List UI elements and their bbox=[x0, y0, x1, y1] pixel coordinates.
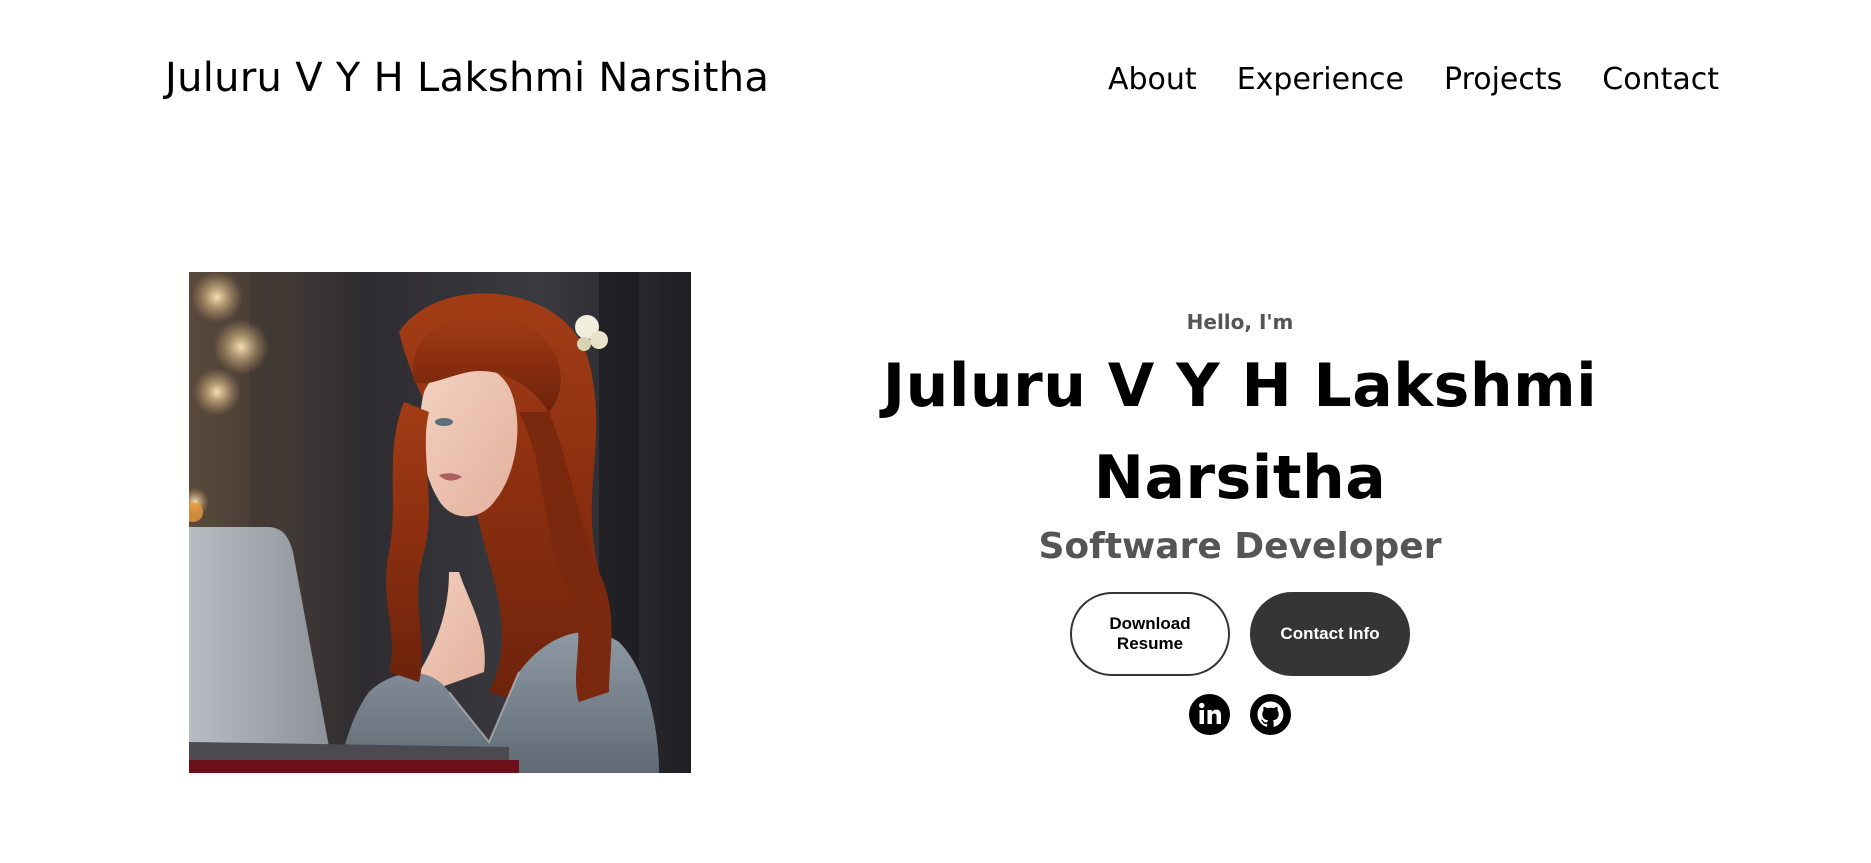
download-resume-button[interactable]: Download Resume bbox=[1070, 592, 1230, 676]
desktop-nav: Juluru V Y H Lakshmi Narsitha About Expe… bbox=[0, 0, 1871, 165]
logo[interactable]: Juluru V Y H Lakshmi Narsitha bbox=[165, 55, 769, 101]
page: Juluru V Y H Lakshmi Narsitha About Expe… bbox=[0, 0, 1871, 863]
greeting-text: Hello, I'm bbox=[1186, 310, 1294, 334]
hero-name: Juluru V Y H Lakshmi Narsitha bbox=[882, 351, 1598, 513]
hero-text: Hello, I'm Juluru V Y H Lakshmi Narsitha… bbox=[880, 305, 1600, 735]
social-links bbox=[880, 694, 1600, 735]
github-icon[interactable] bbox=[1250, 694, 1291, 735]
hero-buttons: Download Resume Contact Info bbox=[880, 592, 1600, 676]
nav-link-projects[interactable]: Projects bbox=[1444, 62, 1562, 97]
hero-title: Software Developer bbox=[1038, 526, 1442, 567]
nav-link-experience[interactable]: Experience bbox=[1237, 62, 1404, 97]
nav-link-about[interactable]: About bbox=[1108, 62, 1197, 97]
nav-links: About Experience Projects Contact bbox=[1108, 62, 1719, 97]
linkedin-icon[interactable] bbox=[1189, 694, 1230, 735]
nav-link-contact[interactable]: Contact bbox=[1602, 62, 1719, 97]
profile-picture bbox=[189, 272, 691, 773]
contact-info-button[interactable]: Contact Info bbox=[1250, 592, 1410, 676]
